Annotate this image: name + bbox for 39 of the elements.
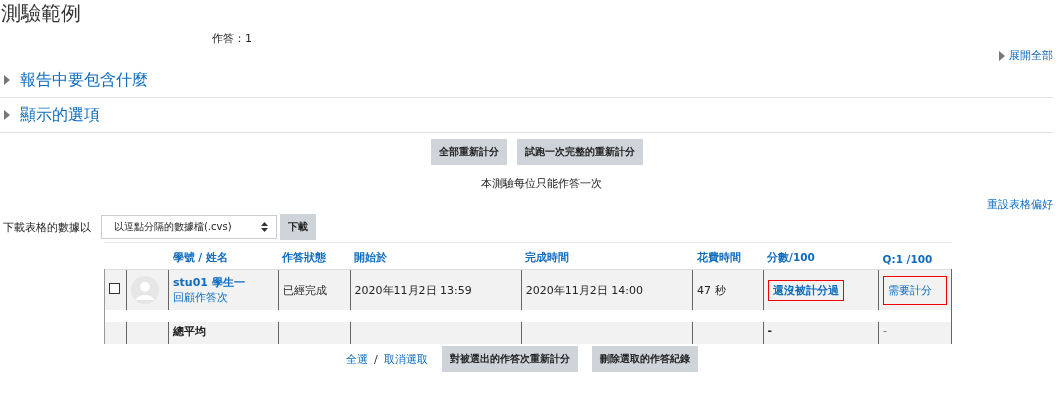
reset-preferences-link[interactable]: 重設表格偏好 [987,197,1053,212]
format-select[interactable]: 以逗點分隔的數據檔(.cvs) [101,215,277,239]
column-header[interactable]: Q:1 /100 [882,253,933,265]
select-all-link[interactable]: 全選 [346,351,368,367]
table-cell: - [763,322,879,344]
column-header[interactable]: 作答狀態 [282,251,327,263]
expand-all-link[interactable]: 展開全部 [999,48,1053,63]
question-grade-link[interactable]: 需要計分 [883,275,947,305]
table-cell: 已經完成 [278,269,351,310]
action-button[interactable]: 對被選出的作答次重新計分 [441,346,578,372]
column-header[interactable]: 開始於 [354,251,388,263]
download-label: 下載表格的數據以 [3,219,91,235]
avatar-icon [131,276,159,304]
student-name-link[interactable]: stu01 學生一 [173,276,245,289]
column-header[interactable]: 學號 / 姓名 [172,251,228,263]
column-header[interactable]: 花費時間 [696,251,741,263]
column-header[interactable]: 分數/100 [767,251,815,263]
section-link[interactable]: 顯示的選項 [20,104,100,126]
review-attempt-link[interactable]: 回顧作答次 [173,291,228,304]
section-link[interactable]: 報告中要包含什麼 [20,69,148,91]
table-cell: 2020年11月2日 14:00 [521,269,693,310]
grade-link[interactable]: 還沒被計分過 [767,279,844,301]
action-button[interactable]: 刪除選取的作答紀錄 [591,346,698,372]
table-cell: 總平均 [168,322,279,344]
separator-text: / [374,352,378,366]
regrade-button[interactable]: 試跑一次完整的重新計分 [516,139,643,165]
page-title: 測驗範例 [0,0,82,27]
attempts-count: 作答：1 [211,31,253,46]
caret-icon [999,50,1005,61]
deselect-all-link[interactable]: 取消選取 [383,351,428,367]
column-header[interactable]: 完成時間 [525,251,570,263]
table-cell: 2020年11月2日 13:59 [350,269,522,310]
table-cell: - [878,322,952,344]
notice-text: 本測驗每位只能作答一次 [480,176,603,191]
row-checkbox[interactable] [109,283,120,294]
updown-icon [261,222,268,232]
download-button[interactable]: 下載 [280,214,316,240]
table-cell: 47 秒 [692,269,764,310]
regrade-button[interactable]: 全部重新計分 [430,139,507,165]
